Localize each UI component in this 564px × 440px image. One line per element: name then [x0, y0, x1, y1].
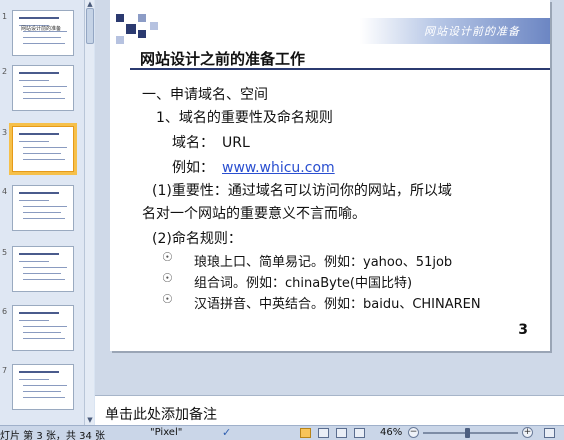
- bullet-text-1[interactable]: 琅琅上口、简单易记。例如：yahoo、51job: [194, 251, 452, 270]
- slide-editing-area: 网站设计前的准备 网站设计之前的准备工作 一、申请域名、空间 1、域名的重要性及…: [95, 0, 564, 395]
- bullet-text-3[interactable]: 汉语拼音、中英结合。例如：baidu、CHINAREN: [194, 293, 481, 312]
- thumbnail-text-line: [23, 385, 67, 386]
- decor-square: [126, 24, 136, 34]
- thumbnail-text-line: [23, 391, 61, 392]
- thumbnails-scrollbar[interactable]: ▲ ▼: [84, 0, 94, 425]
- thumbnail-text-line: [19, 379, 49, 380]
- domain-value: URL: [222, 135, 250, 151]
- slide-canvas[interactable]: 网站设计前的准备 网站设计之前的准备工作 一、申请域名、空间 1、域名的重要性及…: [110, 0, 550, 351]
- decor-square: [116, 36, 124, 44]
- title-underline: [130, 68, 550, 70]
- slide-thumbnail-5[interactable]: [12, 246, 74, 292]
- thumbnail-text-line: [23, 159, 65, 160]
- thumbnail-title: 网站设计前的准备: [21, 26, 62, 32]
- thumbnail-number: 1: [2, 12, 8, 21]
- decor-square: [138, 30, 146, 38]
- naming-heading[interactable]: (2)命名规则：: [152, 228, 242, 248]
- thumbnail-text-line: [23, 338, 65, 339]
- thumbnail-text-line: [23, 147, 67, 148]
- thumbnail-number: 2: [2, 67, 8, 76]
- notes-placeholder[interactable]: 单击此处添加备注: [105, 404, 217, 424]
- slideshow-icon[interactable]: [354, 428, 365, 438]
- normal-view-icon[interactable]: [300, 428, 311, 438]
- thumbnail-number: 6: [2, 307, 8, 316]
- spell-check-icon[interactable]: ✓: [222, 426, 231, 439]
- scroll-up-icon[interactable]: ▲: [86, 0, 94, 8]
- slide-thumbnail-6[interactable]: [12, 305, 74, 351]
- banner-text: 网站设计前的准备: [424, 25, 520, 38]
- thumbnail-text-line: [23, 267, 67, 268]
- thumbnail-text-line: [23, 92, 61, 93]
- importance-line-1[interactable]: (1)重要性：通过域名可以访问你的网站，所以域: [152, 180, 452, 200]
- slide-thumbnail-2[interactable]: [12, 65, 74, 111]
- thumbnail-text-line: [19, 371, 59, 373]
- slide-sorter-icon[interactable]: [318, 428, 329, 438]
- thumbnail-text-line: [23, 43, 65, 44]
- decor-square: [150, 22, 158, 30]
- thumbnail-text-line: [19, 72, 59, 74]
- thumbnail-text-line: [19, 17, 59, 19]
- thumbnail-text-line: [19, 200, 49, 201]
- thumbnail-number: 4: [2, 187, 8, 196]
- thumbnail-text-line: [19, 141, 49, 142]
- thumbnail-text-line: [19, 192, 59, 194]
- thumbnail-text-line: [23, 153, 61, 154]
- importance-line-2[interactable]: 名对一个网站的重要意义不言而喻。: [142, 203, 366, 223]
- bullet-icon: ☉: [162, 250, 173, 264]
- slide-thumbnail-1[interactable]: 网站设计前的准备: [12, 10, 74, 56]
- heading-domain-rules[interactable]: 1、域名的重要性及命名规则: [156, 107, 333, 127]
- slide-title[interactable]: 网站设计之前的准备工作: [140, 48, 305, 69]
- thumbnail-text-line: [19, 80, 49, 81]
- bullet-icon: ☉: [162, 271, 173, 285]
- decor-square: [138, 14, 146, 22]
- slide-thumbnail-4[interactable]: [12, 185, 74, 231]
- thumbnail-number: 7: [2, 366, 8, 375]
- thumbnail-number: 3: [2, 128, 8, 137]
- domain-label: 域名：: [172, 135, 214, 151]
- thumbnail-text-line: [23, 273, 61, 274]
- bullet-icon: ☉: [162, 292, 173, 306]
- thumbnail-text-line: [23, 98, 65, 99]
- thumbnail-text-line: [23, 326, 67, 327]
- thumbnail-text-line: [23, 279, 65, 280]
- notes-pane[interactable]: 单击此处添加备注: [95, 395, 564, 425]
- zoom-slider[interactable]: [423, 432, 518, 434]
- bullet-text-2[interactable]: 组合词。例如：chinaByte(中国比特): [194, 272, 412, 291]
- slide-page-number: 3: [518, 322, 528, 338]
- thumbnail-number: 5: [2, 248, 8, 257]
- reading-view-icon[interactable]: [336, 428, 347, 438]
- zoom-slider-knob[interactable]: [464, 428, 470, 438]
- zoom-out-button[interactable]: −: [408, 427, 419, 438]
- fit-to-window-icon[interactable]: [544, 428, 555, 438]
- slide-thumbnails-pane: 1 网站设计前的准备 2 3 4 5 6 7: [0, 0, 84, 425]
- thumbnail-text-line: [23, 218, 65, 219]
- thumbnail-text-line: [23, 397, 65, 398]
- zoom-level[interactable]: 46%: [380, 427, 402, 438]
- slide-thumbnail-3[interactable]: [9, 123, 77, 175]
- header-banner: 网站设计前的准备: [360, 18, 550, 44]
- thumbnail-text-line: [19, 133, 59, 135]
- scroll-down-icon[interactable]: ▼: [86, 416, 94, 424]
- zoom-in-button[interactable]: +: [522, 427, 533, 438]
- thumbnail-text-line: [23, 206, 67, 207]
- thumbnail-text-line: [19, 320, 49, 321]
- heading-domain-space[interactable]: 一、申请域名、空间: [142, 84, 268, 104]
- thumbnail-text-line: [23, 212, 61, 213]
- thumbnail-text-line: [23, 332, 61, 333]
- thumbnail-text-line: [19, 253, 59, 255]
- decor-square: [116, 14, 124, 22]
- example-line[interactable]: 例如： www.whicu.com: [172, 157, 335, 177]
- status-bar: 灯片 第 3 张，共 34 张 "Pixel" ✓ 46% − +: [0, 425, 564, 440]
- example-label: 例如：: [172, 160, 214, 176]
- theme-name: "Pixel": [150, 427, 183, 438]
- thumbnail-text-line: [23, 86, 67, 87]
- thumbnail-text-line: [19, 312, 59, 314]
- thumbnail-text-line: [23, 37, 61, 38]
- example-link[interactable]: www.whicu.com: [222, 160, 335, 176]
- domain-line[interactable]: 域名： URL: [172, 132, 250, 152]
- slide-count-status: 灯片 第 3 张，共 34 张: [0, 431, 105, 440]
- slide-thumbnail-7[interactable]: [12, 364, 74, 410]
- thumbnail-text-line: [19, 261, 49, 262]
- scrollbar-thumb[interactable]: [86, 8, 94, 44]
